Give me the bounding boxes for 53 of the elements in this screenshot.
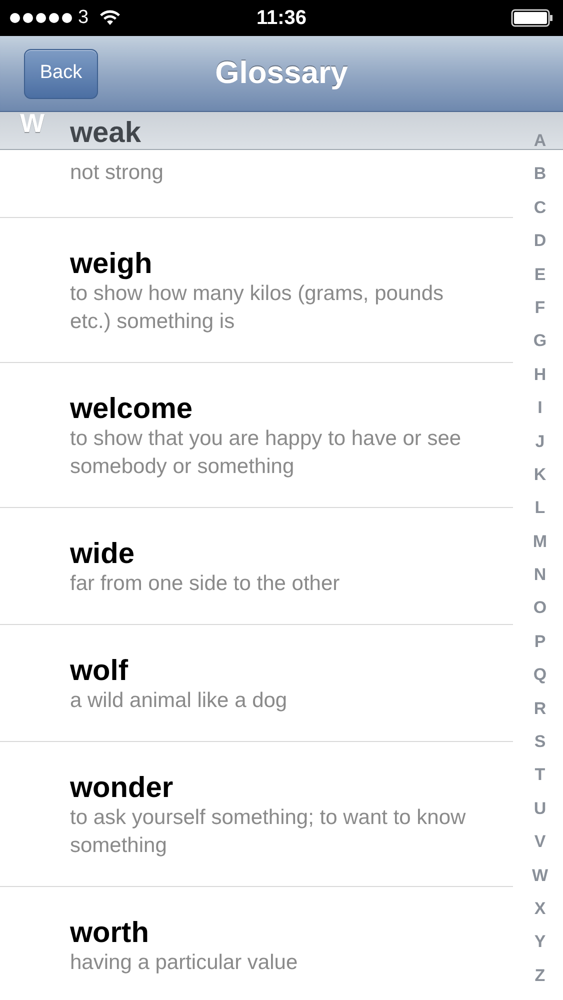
index-letter[interactable]: M	[532, 524, 548, 558]
glossary-definition: to show how many kilos (grams, pounds etc.) something is	[70, 281, 444, 335]
wifi-icon	[98, 10, 121, 26]
glossary-row[interactable]: wide far from one side to the other	[0, 508, 513, 625]
index-letter[interactable]: Y	[534, 925, 546, 959]
index-letter[interactable]: X	[534, 892, 546, 926]
index-letter[interactable]: O	[533, 591, 547, 625]
index-letter[interactable]: D	[534, 224, 546, 258]
glossary-row[interactable]: worth having a particular value	[0, 887, 513, 1000]
glossary-row[interactable]: wonder to ask yourself something; to want to know something	[0, 742, 513, 887]
clock: 11:36	[256, 6, 307, 31]
index-letter[interactable]: G	[533, 324, 547, 358]
glossary-word: weak	[70, 117, 142, 149]
page-title: Glossary	[215, 54, 348, 92]
battery-icon	[511, 9, 553, 27]
glossary-definition: far from one side to the other	[70, 571, 341, 597]
glossary-definition: a wild animal like a dog	[70, 688, 288, 714]
index-letter[interactable]: E	[534, 258, 546, 291]
index-letter[interactable]: A	[534, 124, 546, 158]
index-letter[interactable]: P	[534, 624, 546, 658]
index-letter[interactable]: T	[534, 758, 546, 792]
index-letter[interactable]: B	[534, 157, 546, 191]
glossary-definition: to show that you are happy to have or see somebody or something	[70, 426, 462, 480]
glossary-word: wonder	[70, 772, 174, 804]
index-letter[interactable]: Z	[534, 958, 546, 992]
index-letter[interactable]: V	[534, 825, 546, 859]
index-letter[interactable]: K	[534, 458, 546, 492]
glossary-word: wolf	[70, 655, 130, 687]
glossary-row[interactable]: welcome to show that you are happy to have or see somebody or something	[0, 363, 513, 508]
index-letter[interactable]: W	[532, 858, 548, 892]
glossary-word: weigh	[70, 248, 154, 280]
glossary-definition: to ask yourself something; to want to know something	[70, 805, 467, 859]
index-letter[interactable]: N	[534, 558, 546, 592]
index-letter[interactable]: H	[534, 358, 546, 392]
glossary-definition: not strong	[70, 160, 164, 186]
index-letter[interactable]: S	[534, 725, 546, 758]
index-letter[interactable]: C	[534, 190, 546, 224]
glossary-definition: having a particular value	[70, 950, 299, 976]
index-letter[interactable]: L	[534, 491, 546, 525]
index-letter[interactable]: U	[534, 792, 546, 826]
index-letter[interactable]: F	[534, 290, 546, 324]
index-letter[interactable]: I	[538, 391, 542, 425]
glossary-row[interactable]: weigh to show how many kilos (grams, pounds etc.) something is	[0, 218, 513, 363]
signal-icon	[10, 13, 72, 23]
glossary-row[interactable]: wolf a wild animal like a dog	[0, 625, 513, 742]
index-letter[interactable]: Q	[533, 658, 547, 692]
glossary-word: worth	[70, 917, 150, 949]
index-letter[interactable]: R	[534, 692, 546, 726]
glossary-word: wide	[70, 538, 136, 570]
glossary-word: welcome	[70, 393, 194, 425]
carrier-label: 3	[78, 6, 89, 30]
index-letter[interactable]: J	[535, 424, 545, 458]
back-button[interactable]: Back	[24, 48, 98, 98]
